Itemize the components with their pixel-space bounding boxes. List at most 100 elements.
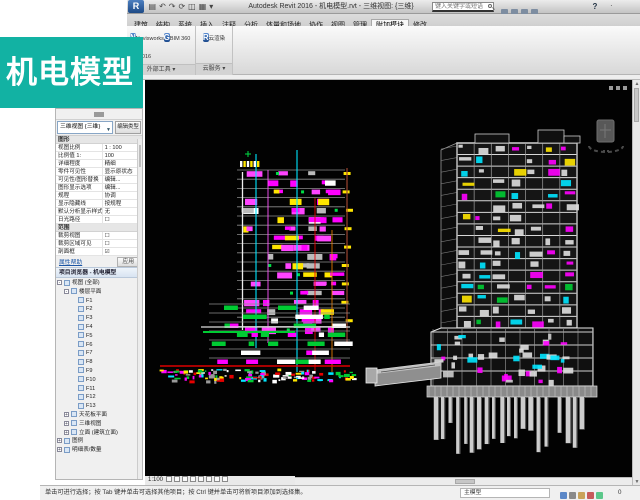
modify-icon[interactable]: ◫ bbox=[188, 0, 196, 13]
tree-expander-icon[interactable]: + bbox=[57, 438, 62, 443]
tree-item-视图 (全部)[interactable]: -视图 (全部) bbox=[56, 279, 142, 288]
crop-region-icon[interactable] bbox=[214, 476, 220, 482]
title-bar: R ▤↶↷⟳◫▦▾ Autodesk Revit 2016 - 机电模型.rvt… bbox=[127, 0, 640, 14]
property-row[interactable]: 零件可见性显示原状态 bbox=[56, 168, 142, 176]
vertical-scrollbar[interactable]: ▲ ▼ bbox=[632, 80, 640, 486]
property-row[interactable]: 详细程度精细 bbox=[56, 160, 142, 168]
tree-item-F8[interactable]: F8 bbox=[56, 358, 142, 367]
tree-item-F3[interactable]: F3 bbox=[56, 314, 142, 323]
type-selector[interactable]: 三维视图 {三维} ▼ bbox=[57, 121, 113, 134]
save-icon[interactable]: ▤ bbox=[149, 0, 157, 13]
tree-item-F12[interactable]: F12 bbox=[56, 393, 142, 402]
view-icon bbox=[78, 385, 84, 391]
tree-item-F7[interactable]: F7 bbox=[56, 349, 142, 358]
tree-item-F11[interactable]: F11 bbox=[56, 385, 142, 394]
property-row[interactable]: 默认分析显示样式无 bbox=[56, 208, 142, 216]
application-menu-button[interactable]: R bbox=[128, 0, 144, 13]
dropdown-icon[interactable]: ▾ bbox=[209, 0, 213, 13]
tree-item-楼层平面[interactable]: -楼层平面 bbox=[56, 288, 142, 297]
palette-grip-icon[interactable] bbox=[94, 112, 104, 117]
tree-expander-icon[interactable]: - bbox=[57, 280, 62, 285]
tree-item-天花板平面[interactable]: +天花板平面 bbox=[56, 411, 142, 420]
title-bar-more-icon[interactable]: · bbox=[610, 1, 613, 10]
isolate-icon[interactable] bbox=[222, 476, 228, 482]
worksets-icon[interactable] bbox=[560, 492, 567, 499]
viewport-canvas[interactable] bbox=[145, 80, 632, 486]
window-title: Autodesk Revit 2016 - 机电模型.rvt - 三维视图: {… bbox=[237, 0, 425, 14]
tree-item-立面 (建筑立面)[interactable]: +立面 (建筑立面) bbox=[56, 429, 142, 438]
detail-level-icon[interactable] bbox=[166, 476, 172, 482]
horizontal-scrollbar[interactable] bbox=[295, 477, 632, 485]
vscroll-thumb[interactable] bbox=[634, 88, 639, 122]
property-row[interactable]: 裁剪视图☐ bbox=[56, 232, 142, 240]
view-icon bbox=[64, 438, 70, 444]
editable-only-icon[interactable] bbox=[578, 492, 585, 499]
mep-model-elevation bbox=[160, 150, 357, 384]
filter-icon[interactable] bbox=[587, 492, 594, 499]
tree-item-三维视图[interactable]: +三维视图 bbox=[56, 420, 142, 429]
caption-text: 机电模型 bbox=[0, 37, 143, 108]
view-icon bbox=[71, 411, 77, 417]
property-row[interactable]: 视图比例1 : 100 bbox=[56, 144, 142, 152]
tree-expander-icon[interactable]: - bbox=[64, 289, 69, 294]
tree-item-明细表/数量[interactable]: +明细表/数量 bbox=[56, 446, 142, 455]
view-icon bbox=[78, 367, 84, 373]
view-icon bbox=[71, 429, 77, 435]
sun-path-icon[interactable] bbox=[182, 476, 188, 482]
apply-button[interactable]: 应用 bbox=[117, 257, 139, 267]
panel-label[interactable]: 云服务 ▾ bbox=[196, 63, 232, 75]
viewcube[interactable] bbox=[589, 120, 623, 152]
visual-style-icon[interactable] bbox=[174, 476, 180, 482]
edit-type-button[interactable]: 编辑类型 bbox=[115, 121, 141, 134]
property-row[interactable]: 比例值 1:100 bbox=[56, 152, 142, 160]
tree-item-图例[interactable]: +图例 bbox=[56, 437, 142, 446]
crop-view-icon[interactable] bbox=[206, 476, 212, 482]
tree-expander-icon[interactable]: + bbox=[64, 421, 69, 426]
sync-icon[interactable]: ⟳ bbox=[178, 0, 185, 13]
scroll-up-icon[interactable]: ▲ bbox=[633, 80, 640, 88]
undo-icon[interactable]: ↶ bbox=[159, 0, 166, 13]
measure-icon[interactable]: ▦ bbox=[199, 0, 207, 13]
property-row[interactable]: 日光路径☐ bbox=[56, 216, 142, 224]
view-scale-button[interactable]: 1:100 bbox=[148, 477, 163, 483]
hscroll-thumb[interactable] bbox=[455, 479, 475, 484]
property-row[interactable]: 剖面框☑ bbox=[56, 248, 142, 256]
drawing-area[interactable] bbox=[145, 80, 632, 486]
ribbon-button-BIM 360[interactable]: GBIM 360 bbox=[162, 27, 192, 45]
revit-application-window: R ▤↶↷⟳◫▦▾ Autodesk Revit 2016 - 机电模型.rvt… bbox=[0, 0, 640, 500]
project-browser-header[interactable]: 项目浏览器 - 机电模型 bbox=[56, 267, 142, 278]
property-group-header: 范围 bbox=[56, 224, 142, 232]
select-toggle-icon[interactable] bbox=[596, 492, 603, 499]
shadows-icon[interactable] bbox=[190, 476, 196, 482]
property-row[interactable]: 规程协调 bbox=[56, 192, 142, 200]
tree-item-F1[interactable]: F1 bbox=[56, 297, 142, 306]
tree-item-F6[interactable]: F6 bbox=[56, 341, 142, 350]
tree-item-F4[interactable]: F4 bbox=[56, 323, 142, 332]
tree-item-F5[interactable]: F5 bbox=[56, 332, 142, 341]
ribbon-panel: R云渲染云服务 ▾ bbox=[196, 26, 233, 75]
view-window-controls[interactable] bbox=[609, 86, 627, 90]
tree-item-F10[interactable]: F10 bbox=[56, 376, 142, 385]
properties-help-link[interactable]: 属性帮助 bbox=[59, 257, 82, 266]
property-row[interactable]: 图形显示选项编辑... bbox=[56, 184, 142, 192]
view-icon bbox=[78, 297, 84, 303]
property-row[interactable]: 裁剪区域可见☐ bbox=[56, 240, 142, 248]
tree-item-F9[interactable]: F9 bbox=[56, 367, 142, 376]
help-button[interactable]: ? bbox=[590, 1, 600, 12]
tree-expander-icon[interactable]: + bbox=[64, 430, 69, 435]
search-icon[interactable] bbox=[488, 4, 492, 8]
selection-count: 0 bbox=[618, 486, 621, 500]
palette-scrollbar[interactable] bbox=[137, 139, 142, 479]
rendering-icon[interactable] bbox=[198, 476, 204, 482]
tree-item-F13[interactable]: F13 bbox=[56, 402, 142, 411]
design-options-icon[interactable] bbox=[569, 492, 576, 499]
redo-icon[interactable]: ↷ bbox=[169, 0, 176, 13]
tree-expander-icon[interactable]: + bbox=[64, 412, 69, 417]
ribbon-button-云渲染[interactable]: R云渲染 bbox=[199, 27, 229, 45]
property-row[interactable]: 显示隐藏线按规程 bbox=[56, 200, 142, 208]
tree-expander-icon[interactable]: + bbox=[57, 447, 62, 452]
search-input[interactable] bbox=[432, 2, 494, 12]
tree-item-F2[interactable]: F2 bbox=[56, 305, 142, 314]
property-row[interactable]: 可见性/图形替换编辑... bbox=[56, 176, 142, 184]
active-workset-select[interactable]: 主模型 bbox=[460, 488, 550, 498]
